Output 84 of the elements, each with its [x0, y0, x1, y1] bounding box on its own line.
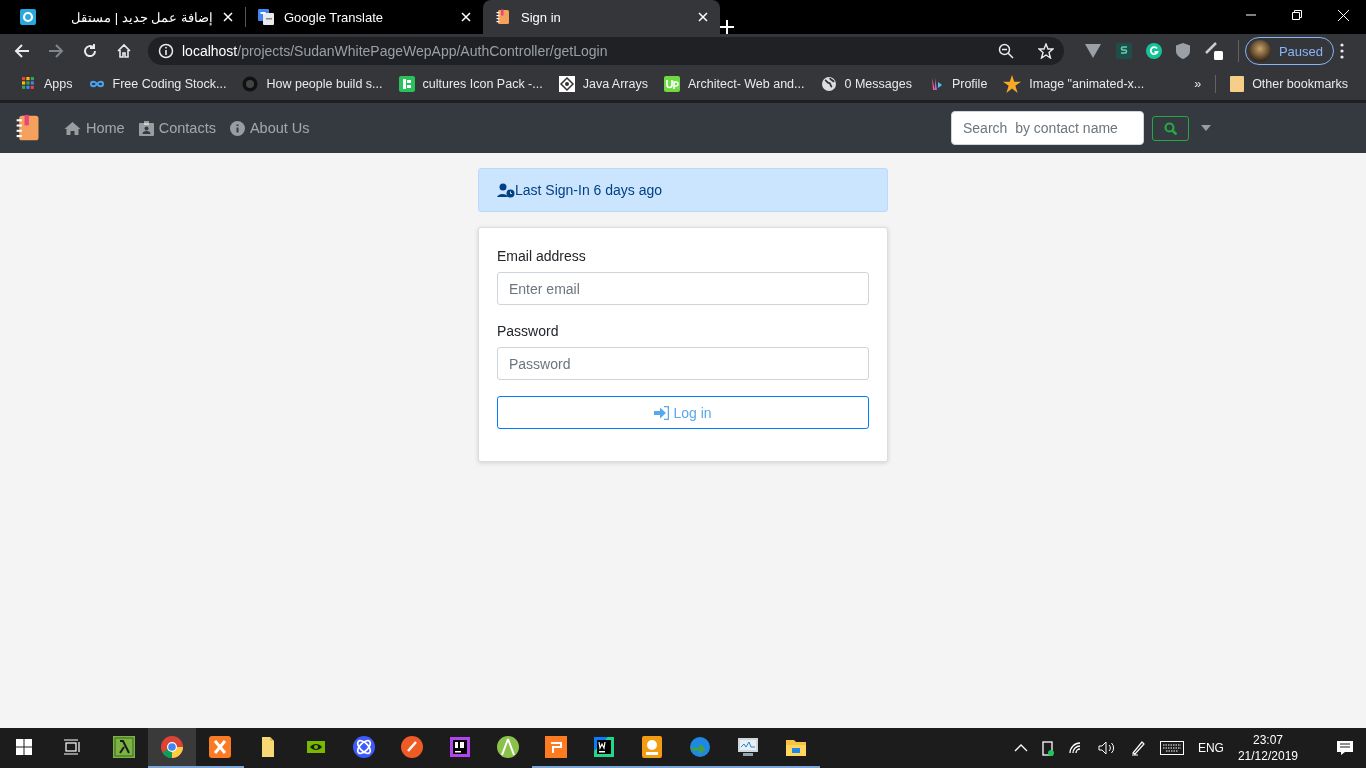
ps-logo-icon: [448, 735, 472, 759]
address-bar[interactable]: localhost/projects/SudanWhitePageWepApp/AuthController/getLogin: [148, 37, 1064, 65]
star-outline-icon: [1037, 43, 1054, 59]
browser-tab[interactable]: Sign in: [483, 0, 720, 34]
slides-icon: [544, 735, 568, 759]
field-label: Password: [497, 323, 560, 339]
contact-card-icon: [138, 120, 154, 136]
pen-square-icon: [1203, 41, 1224, 61]
nav-link[interactable]: Home: [64, 120, 125, 136]
bookmark[interactable]: 0 Messages: [812, 76, 920, 92]
task-view-icon: [63, 739, 81, 755]
new-tab-icon: [720, 20, 734, 34]
reload-icon: [82, 43, 98, 59]
bookmark[interactable]: Apps: [14, 77, 81, 91]
shield-icon: [1175, 43, 1190, 59]
info-circle-icon: [229, 120, 245, 136]
square-logo-icon: [398, 76, 415, 92]
input-field[interactable]: Password: [497, 347, 869, 380]
chevron-up-icon: [1013, 744, 1028, 752]
other-bookmarks-folder[interactable]: Other bookmarks: [1222, 76, 1356, 92]
bookmark[interactable]: cultures Icon Pack -...: [390, 76, 551, 92]
field-label: Email address: [497, 248, 587, 264]
bookmark[interactable]: How people build s...: [234, 76, 391, 92]
notifications-icon: [1336, 740, 1354, 756]
alert-text: Last Sign-In 6 days ago: [515, 182, 663, 198]
zoom-out-icon: [997, 43, 1014, 59]
orbit-icon: [352, 735, 376, 759]
chrome-icon: [160, 735, 184, 759]
search-button[interactable]: [1152, 115, 1189, 141]
notebook-icon: [14, 114, 42, 142]
diamond-icon: [558, 76, 575, 92]
bookmark[interactable]: Java Arrays: [550, 76, 656, 92]
search-icon: [1164, 121, 1177, 135]
globe-icon: [820, 76, 837, 92]
forward-arrow-icon: [48, 43, 64, 59]
keyboard-icon: [1159, 741, 1184, 755]
close-icon: [223, 12, 233, 22]
user-clock-icon: [497, 182, 515, 198]
upwork-icon: [664, 76, 680, 92]
browser-tab[interactable]: Google Translate: [246, 0, 483, 34]
profile-button[interactable]: Paused: [1244, 37, 1334, 65]
info-icon: [158, 43, 174, 59]
speaker-icon: [1097, 741, 1116, 755]
close-icon: [461, 12, 471, 22]
windows-icon: [16, 739, 32, 755]
more-vertical-icon: [1340, 43, 1344, 59]
url-text: localhost/projects/SudanWhitePageWepApp/AuthController/getLogin: [182, 43, 609, 59]
restore-icon: [1292, 10, 1302, 20]
bookmark[interactable]: Free Coding Stock...: [80, 76, 235, 92]
more-bookmarks-button[interactable]: »: [1186, 77, 1210, 91]
translate-icon: [258, 9, 274, 25]
avatar: [1248, 40, 1271, 62]
rocket-icon: [400, 735, 424, 759]
g-circle-icon: [1145, 43, 1162, 59]
sign-in-icon: [654, 405, 670, 420]
back-arrow-icon: [14, 43, 30, 59]
lambda-icon: [112, 735, 136, 759]
browser-tab[interactable]: إضافة عمل جديد | مستقل: [8, 0, 245, 34]
v-shape-icon: [1083, 43, 1102, 59]
bookmark[interactable]: Profile: [919, 76, 996, 92]
nav-link[interactable]: Contacts: [138, 120, 216, 136]
nav-link[interactable]: About Us: [229, 120, 310, 136]
search-field[interactable]: Search by contact name: [951, 111, 1144, 145]
house-icon: [64, 120, 81, 136]
caret-down-icon: [1201, 125, 1211, 131]
monitor-icon: [736, 735, 760, 759]
pen-icon: [1129, 740, 1146, 756]
xampp-icon: [208, 735, 232, 759]
close-icon: [698, 12, 708, 22]
close-icon: [1337, 9, 1349, 21]
folder-icon: [1230, 76, 1245, 92]
clock[interactable]: 23:07 21/12/2019: [1237, 732, 1298, 764]
battery-icon: [1041, 740, 1054, 756]
bookmark[interactable]: Architect- Web and...: [656, 76, 813, 92]
home-icon: [116, 43, 132, 59]
ws-logo-icon: [592, 735, 616, 759]
language-indicator[interactable]: ENG: [1197, 741, 1224, 755]
apps-grid-icon: [22, 77, 36, 91]
ring-icon: [20, 9, 36, 25]
star-icon: [1003, 75, 1022, 93]
input-field[interactable]: Enter email: [497, 272, 869, 305]
notebook-icon: [495, 9, 511, 25]
bracket-s-icon: [1115, 43, 1132, 59]
bookmark[interactable]: Image "animated-x...: [995, 75, 1153, 93]
